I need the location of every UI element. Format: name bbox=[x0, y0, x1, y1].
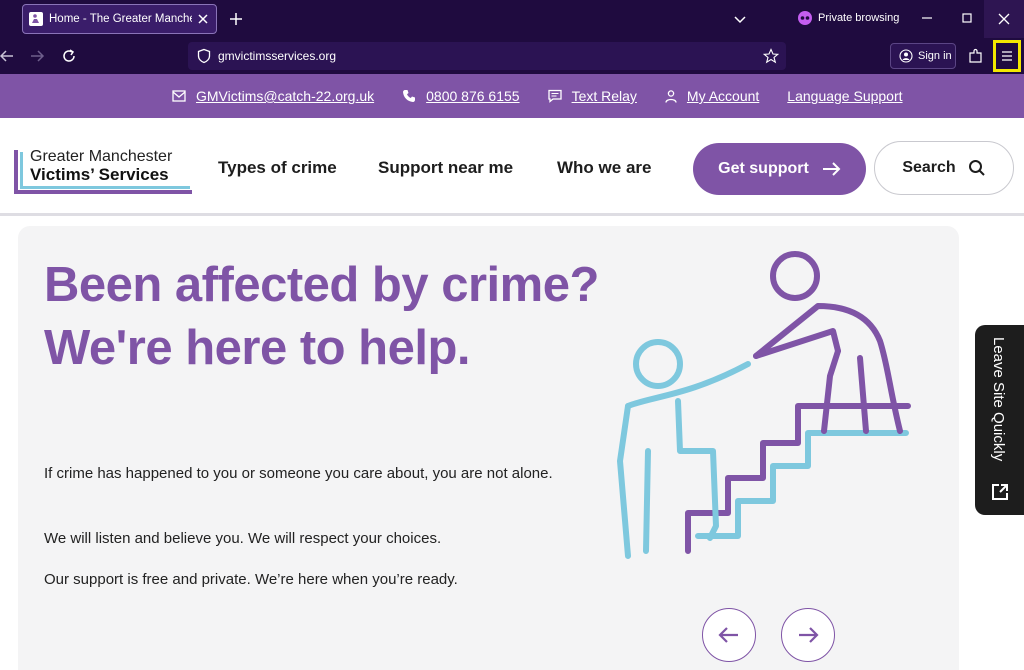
get-support-label: Get support bbox=[718, 160, 809, 177]
tab-title: Home - The Greater Mancheste bbox=[49, 13, 192, 25]
sign-in-label: Sign in bbox=[918, 50, 952, 62]
my-account-link[interactable]: My Account bbox=[665, 88, 759, 104]
private-browsing-indicator: Private browsing bbox=[798, 11, 899, 25]
hero-paragraph-2: We will listen and believe you. We will … bbox=[44, 530, 442, 547]
close-window-icon bbox=[998, 13, 1010, 25]
address-bar[interactable]: gmvictimsservices.org bbox=[188, 42, 786, 70]
search-icon bbox=[968, 160, 985, 176]
phone-link[interactable]: 0800 876 6155 bbox=[402, 88, 520, 104]
logo-bar-blue bbox=[20, 152, 23, 188]
utility-bar: GMVictims@catch-22.org.uk 0800 876 6155 … bbox=[0, 74, 1024, 118]
url-text[interactable]: gmvictimsservices.org bbox=[218, 49, 336, 63]
hero-paragraph-3: Our support is free and private. We’re h… bbox=[44, 571, 458, 588]
hero-paragraph-1: If crime has happened to you or someone … bbox=[44, 465, 553, 482]
new-tab-plus-icon[interactable] bbox=[228, 11, 244, 27]
text-relay-text[interactable]: Text Relay bbox=[572, 88, 637, 104]
browser-nav-bar: gmvictimsservices.org Sign in bbox=[0, 38, 1024, 74]
leave-site-label: Leave Site Quickly bbox=[990, 337, 1007, 462]
back-arrow-icon[interactable] bbox=[0, 47, 16, 65]
chevron-down-icon[interactable] bbox=[733, 12, 747, 26]
site-favicon-icon bbox=[29, 12, 43, 26]
chat-bubble-icon bbox=[547, 89, 562, 103]
site-header: Greater Manchester Victims’ Services Typ… bbox=[0, 118, 1024, 216]
user-icon bbox=[665, 89, 677, 103]
nav-support-near-me[interactable]: Support near me bbox=[378, 158, 513, 178]
maximize-icon[interactable] bbox=[958, 9, 976, 27]
sign-in-button[interactable]: Sign in bbox=[890, 43, 956, 69]
site-logo[interactable]: Greater Manchester Victims’ Services bbox=[14, 148, 194, 194]
shield-icon[interactable] bbox=[196, 48, 212, 64]
reload-icon[interactable] bbox=[60, 47, 78, 65]
arrow-right-icon bbox=[822, 162, 841, 176]
search-label: Search bbox=[902, 159, 956, 176]
bookmark-star-icon[interactable] bbox=[763, 48, 779, 64]
extensions-puzzle-icon[interactable] bbox=[967, 47, 985, 65]
helping-hand-illustration bbox=[617, 251, 911, 559]
account-circle-icon bbox=[899, 49, 913, 63]
hamburger-menu-button[interactable] bbox=[993, 40, 1021, 72]
phone-text[interactable]: 0800 876 6155 bbox=[426, 88, 519, 104]
private-mask-icon bbox=[798, 11, 812, 25]
envelope-icon bbox=[172, 90, 186, 102]
hero-section: Been affected by crime? We're here to he… bbox=[18, 226, 959, 670]
forward-arrow-icon[interactable] bbox=[28, 47, 46, 65]
browser-tab-bar: Home - The Greater Mancheste Private bro… bbox=[0, 0, 1024, 38]
window-close-button[interactable] bbox=[984, 0, 1024, 38]
arrow-left-icon bbox=[718, 627, 738, 643]
logo-underline-purple bbox=[14, 190, 192, 194]
my-account-text[interactable]: My Account bbox=[687, 88, 759, 104]
minimize-icon[interactable] bbox=[918, 9, 936, 27]
slider-next-button[interactable] bbox=[781, 608, 835, 662]
slider-previous-button[interactable] bbox=[702, 608, 756, 662]
close-tab-icon[interactable] bbox=[196, 12, 210, 26]
search-button[interactable]: Search bbox=[874, 141, 1014, 195]
external-link-icon bbox=[992, 484, 1008, 500]
leave-site-quickly-button[interactable]: Leave Site Quickly bbox=[975, 325, 1024, 515]
logo-line1: Greater Manchester bbox=[30, 148, 173, 165]
logo-bar-purple bbox=[14, 150, 18, 190]
nav-types-of-crime[interactable]: Types of crime bbox=[218, 158, 337, 178]
nav-who-we-are[interactable]: Who we are bbox=[557, 158, 651, 178]
email-link[interactable]: GMVictims@catch-22.org.uk bbox=[172, 88, 374, 104]
hamburger-menu-icon bbox=[1002, 51, 1012, 61]
private-browsing-label: Private browsing bbox=[818, 12, 900, 24]
get-support-button[interactable]: Get support bbox=[693, 143, 866, 195]
text-relay-link[interactable]: Text Relay bbox=[547, 88, 637, 104]
logo-underline-blue bbox=[20, 186, 190, 189]
arrow-right-icon bbox=[799, 627, 819, 643]
email-text[interactable]: GMVictims@catch-22.org.uk bbox=[196, 88, 374, 104]
logo-line2: Victims’ Services bbox=[30, 165, 169, 184]
phone-icon bbox=[403, 90, 416, 102]
language-support-text[interactable]: Language Support bbox=[787, 88, 902, 104]
browser-tab[interactable]: Home - The Greater Mancheste bbox=[22, 4, 217, 34]
hero-heading: Been affected by crime? We're here to he… bbox=[44, 258, 599, 375]
language-support-link[interactable]: Language Support bbox=[787, 88, 902, 104]
